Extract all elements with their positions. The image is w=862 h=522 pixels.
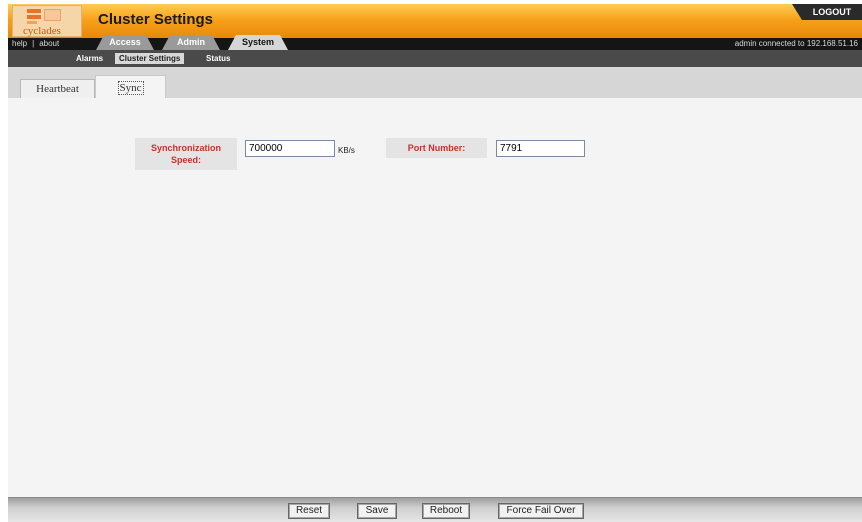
subnav-cluster-settings[interactable]: Cluster Settings [115,53,185,64]
subtab-sync-label: Sync [117,81,144,95]
reset-button-label: Reset [289,504,329,518]
tab-access[interactable]: Access [96,35,154,50]
subnav-alarms[interactable]: Alarms [72,53,107,64]
sub-nav-bar: Alarms Cluster Settings Status [8,50,862,67]
nav-links: help | about [12,39,60,48]
sync-speed-input[interactable] [245,140,335,157]
sync-speed-label: Synchronization Speed: [135,138,237,170]
tab-system[interactable]: System [228,35,288,50]
reset-button[interactable]: Reset [288,503,330,519]
footer-bar: Reset Save Reboot Force Fail Over [8,497,862,522]
subtab-sync[interactable]: Sync [95,75,166,99]
content-panel: Synchronization Speed: KB/s Port Number: [8,98,862,497]
port-number-input[interactable] [496,140,585,157]
reboot-button[interactable]: Reboot [422,503,470,519]
force-fail-over-button-label: Force Fail Over [499,504,583,518]
page-title: Cluster Settings [98,11,214,28]
about-link[interactable]: about [39,39,59,48]
logo-text: cyclades [23,25,61,37]
cyclades-logo-icon [27,9,61,24]
connection-status: admin connected to 192.168.51.16 [734,39,858,48]
tab-admin[interactable]: Admin [162,35,220,50]
port-number-label: Port Number: [386,138,487,158]
force-fail-over-button[interactable]: Force Fail Over [498,503,584,519]
sync-speed-unit: KB/s [338,146,355,155]
subnav-status[interactable]: Status [202,53,234,64]
header-bar: cyclades Cluster Settings LOGOUT [8,4,862,38]
save-button-label: Save [358,504,396,518]
save-button[interactable]: Save [357,503,397,519]
reboot-button-label: Reboot [423,504,469,518]
main-nav-bar: help | about Access Admin System admin con… [8,35,862,50]
subtab-heartbeat[interactable]: Heartbeat [20,79,95,98]
cyclades-logo: cyclades [12,5,82,37]
subtab-heartbeat-label: Heartbeat [36,83,79,95]
help-link[interactable]: help [12,39,27,48]
logout-button[interactable]: LOGOUT [792,4,862,20]
